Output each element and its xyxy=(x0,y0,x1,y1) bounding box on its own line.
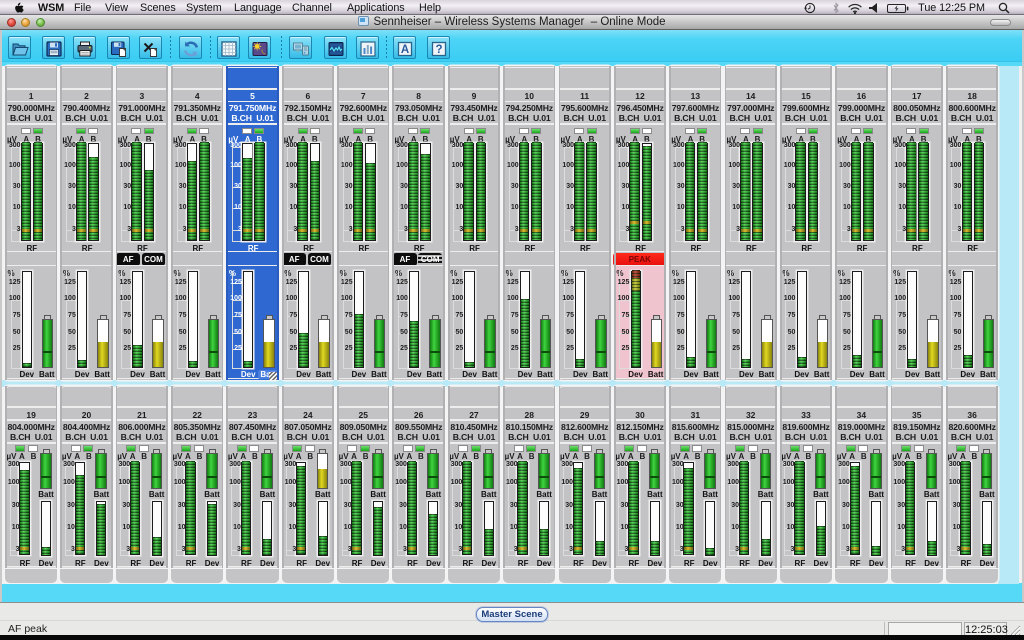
svg-text:A: A xyxy=(401,44,409,56)
svg-text:?: ? xyxy=(435,44,442,56)
